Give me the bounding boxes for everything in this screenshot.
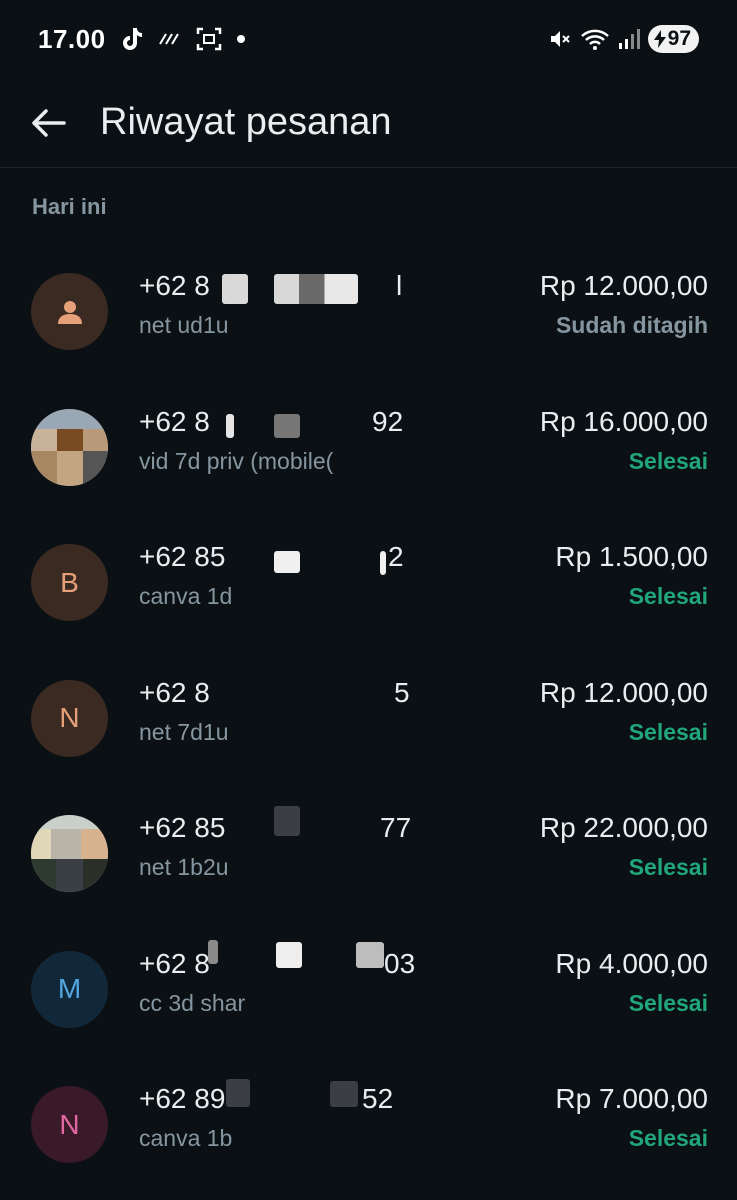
product-name: vid 7d priv (mobile( [139,447,334,474]
customer-phone: +62 8 [139,676,210,708]
order-status: Selesai [628,583,708,609]
person-icon [57,300,82,324]
order-row[interactable]: B +62 85 2 canva 1d Rp 1.500,00 Selesai [0,515,737,651]
redacted-block [274,806,300,836]
order-status: Selesai [628,989,708,1016]
customer-phone-tail: l [396,270,403,301]
pixelated-photo-icon [31,815,108,892]
customer-phone: +62 85 [139,812,226,843]
redacted-block [274,551,300,573]
avatar-initial: B [60,566,79,598]
redacted-block [276,941,302,968]
battery-level: 97 [667,27,691,50]
order-amount: Rp 1.500,00 [555,541,708,572]
back-button[interactable] [28,103,68,143]
customer-phone: +62 8 [139,270,210,301]
product-name: net 1b2u [139,854,229,880]
avatar-initial: N [59,1108,80,1140]
avatar: B [31,544,108,621]
order-row[interactable]: N +62 8 5 net 7d1u Rp 12.000,00 Selesai [0,651,737,787]
status-time: 17.00 [38,23,106,54]
avatar-initial: M [57,973,82,1004]
redacted-block [222,274,248,304]
avatar: N [31,679,108,757]
customer-phone-tail: 92 [372,405,404,437]
avatar [31,273,108,350]
order-row[interactable]: +62 8 92 vid 7d priv (mobile( Rp 16.000,… [0,380,737,516]
order-status: Selesai [628,447,708,474]
redacted-block [226,1079,250,1107]
order-amount: Rp 4.000,00 [555,947,708,979]
order-list: +62 8 l net ud1u Rp 12.000,00 Sudah dita… [0,244,737,1193]
avatar [31,408,108,486]
status-bar: 17.00 97 [0,0,737,78]
data-saver-icon [158,32,182,46]
redacted-block [274,274,358,304]
product-name: canva 1b [139,1125,233,1151]
page-title: Riwayat pesanan [100,101,392,143]
avatar-initial: N [59,702,80,733]
order-status: Selesai [628,718,708,745]
customer-phone: +62 85 [139,541,226,572]
tiktok-icon [120,26,144,52]
signal-icon [618,28,640,50]
section-label-today: Hari ini [32,194,107,219]
customer-phone: +62 8 [139,405,210,437]
avatar: M [31,950,108,1028]
order-status: Selesai [628,854,708,880]
customer-phone-tail: 52 [362,1083,394,1114]
order-status: Sudah ditagih [555,312,708,338]
wifi-icon [580,27,610,51]
screenshot-icon [196,27,222,51]
notification-dot-icon [236,34,246,44]
order-amount: Rp 16.000,00 [539,405,708,437]
customer-phone-tail: 2 [388,541,404,572]
arrow-left-icon [32,108,66,137]
redacted-block [208,939,218,964]
order-amount: Rp 12.000,00 [539,270,708,301]
redacted-block [274,413,300,438]
avatar: N [31,1086,108,1163]
product-name: cc 3d shar [139,989,246,1016]
customer-phone: +62 8 [139,947,210,979]
customer-phone-tail: 5 [394,676,410,708]
redacted-block [330,1081,358,1107]
redacted-block [226,413,234,438]
customer-phone: +62 89 [139,1083,226,1114]
charging-icon [653,30,666,48]
order-row[interactable]: N +62 89 52 canva 1b Rp 7.000,00 Selesai [0,1057,737,1193]
order-row[interactable]: +62 8 l net ud1u Rp 12.000,00 Sudah dita… [0,244,737,380]
redacted-block [356,941,384,968]
customer-phone-tail: 03 [384,947,416,979]
app-bar: Riwayat pesanan [0,78,737,168]
customer-phone-tail: 77 [380,812,412,843]
order-amount: Rp 7.000,00 [555,1083,708,1114]
order-amount: Rp 22.000,00 [539,812,708,843]
redacted-block [380,551,386,575]
mute-icon [548,27,572,51]
product-name: net ud1u [139,312,229,338]
product-name: net 7d1u [139,718,229,745]
order-status: Selesai [628,1125,708,1151]
product-name: canva 1d [139,583,233,609]
order-amount: Rp 12.000,00 [539,676,708,708]
avatar [31,815,108,892]
order-row[interactable]: M +62 8 03 cc 3d shar Rp 4.000,00 Selesa… [0,922,737,1058]
order-row[interactable]: +62 85 77 net 1b2u Rp 22.000,00 Selesai [0,786,737,922]
pixelated-photo-icon [31,408,108,486]
battery-indicator: 97 [647,25,699,53]
